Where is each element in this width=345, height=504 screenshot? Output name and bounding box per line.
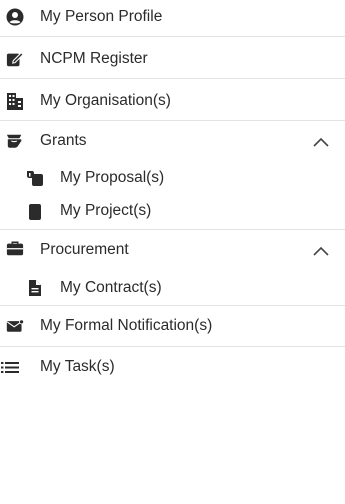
nav-item-label: Grants (40, 132, 87, 149)
list-icon (0, 358, 22, 376)
nav-item-label: NCPM Register (40, 50, 148, 67)
nav-item-my-person-profile[interactable]: My Person Profile (0, 4, 345, 30)
envelope-open-icon (6, 317, 24, 335)
nav-item-label: My Task(s) (40, 358, 115, 375)
nav-subitem-my-projects[interactable]: My Project(s) (0, 198, 345, 224)
nav-item-my-organisations[interactable]: My Organisation(s) (0, 88, 345, 114)
nav-item-label: My Proposal(s) (60, 169, 165, 186)
side-navigation-menu: My Person Profile NCPM Register My Organ… (0, 0, 345, 504)
nav-item-label: Procurement (40, 241, 129, 258)
divider (0, 78, 345, 79)
nav-item-procurement[interactable]: Procurement (0, 238, 345, 262)
nav-item-my-formal-notifications[interactable]: My Formal Notification(s) (0, 313, 345, 339)
nav-item-label: My Contract(s) (60, 279, 162, 296)
nav-item-ncpm-register[interactable]: NCPM Register (0, 46, 345, 72)
divider (0, 346, 345, 347)
user-circle-icon (6, 8, 24, 26)
divider (0, 229, 345, 230)
nav-item-label: My Formal Notification(s) (40, 317, 213, 334)
pen-square-icon (6, 50, 24, 68)
divider (0, 120, 345, 121)
clipboard-icon (26, 202, 44, 220)
nav-subitem-my-contracts[interactable]: My Contract(s) (0, 275, 345, 301)
chevron-up-icon[interactable] (313, 246, 329, 256)
nav-subitem-my-proposals[interactable]: My Proposal(s) (0, 165, 345, 191)
chevron-up-icon[interactable] (313, 137, 329, 147)
building-icon (6, 92, 24, 110)
nav-item-my-tasks[interactable]: My Task(s) (0, 354, 345, 380)
proposal-icon (26, 169, 44, 187)
file-icon (26, 279, 44, 297)
nav-item-label: My Organisation(s) (40, 92, 171, 109)
nav-item-label: My Person Profile (40, 8, 163, 25)
hand-holding-icon (6, 132, 24, 150)
nav-item-label: My Project(s) (60, 202, 152, 219)
divider (0, 305, 345, 306)
divider (0, 36, 345, 37)
briefcase-icon (6, 240, 24, 258)
nav-item-grants[interactable]: Grants (0, 129, 345, 153)
